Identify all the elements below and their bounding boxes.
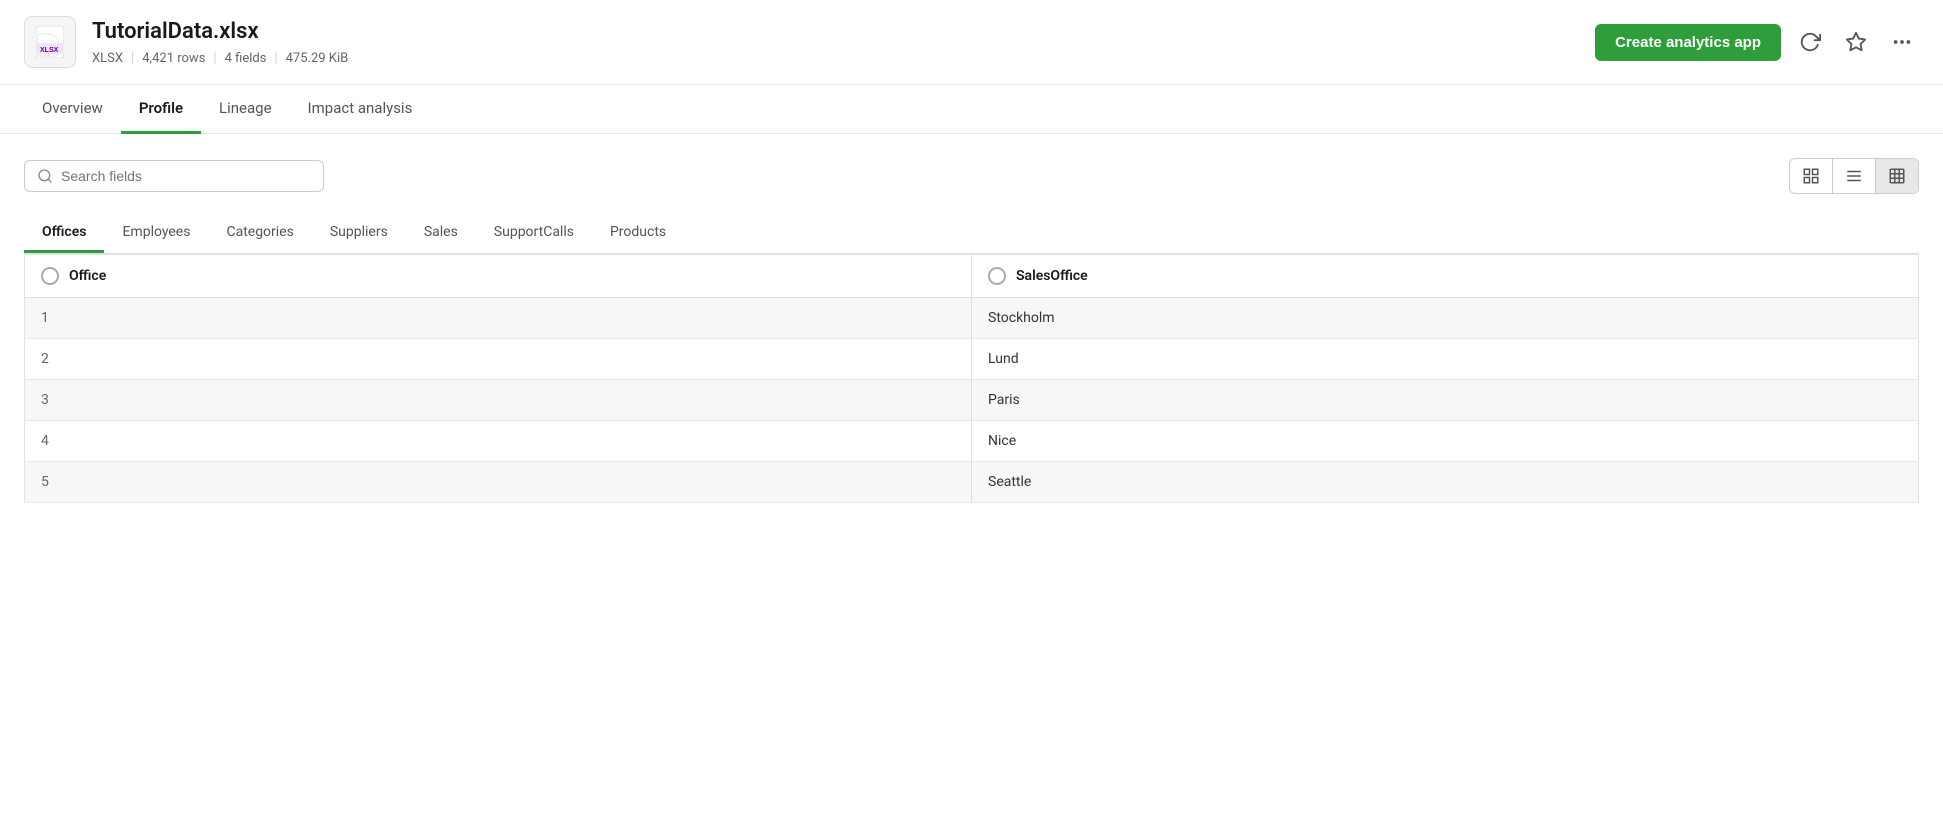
page-header: XLSX XLSX TutorialData.xlsx XLSX | 4,421… [0,0,1943,85]
col-label-salesoffice: SalesOffice [1016,268,1088,284]
tab-overview[interactable]: Overview [24,85,121,134]
table-row: 5 Seattle [25,462,1919,503]
row-num-3: 3 [25,380,972,421]
refresh-icon [1799,31,1821,53]
refresh-button[interactable] [1793,25,1827,59]
sheet-tab-categories[interactable]: Categories [208,214,311,253]
file-rows: 4,421 rows [142,51,205,66]
star-icon [1845,31,1867,53]
col-header-office: Office [25,255,972,298]
view-toggle [1789,158,1919,194]
content-area: Offices Employees Categories Suppliers S… [0,134,1943,527]
row-salesoffice-4: Nice [972,421,1919,462]
list-icon [1845,167,1863,185]
tab-lineage[interactable]: Lineage [201,85,290,134]
more-button[interactable] [1885,25,1919,59]
row-num-2: 2 [25,339,972,380]
meta-sep-1: | [131,51,134,66]
list-view-button[interactable] [1833,159,1876,193]
table-body: 1 Stockholm 2 Lund 3 Paris 4 Nice 5 Seat… [25,298,1919,503]
star-button[interactable] [1839,25,1873,59]
office-checkbox[interactable] [41,267,59,285]
toolbar [24,158,1919,194]
grid-icon [1802,167,1820,185]
create-analytics-button[interactable]: Create analytics app [1595,24,1781,61]
search-icon [37,168,53,184]
file-type: XLSX [92,51,123,66]
table-view-button[interactable] [1876,159,1918,193]
file-size: 475.29 KiB [286,51,349,66]
grid-view-button[interactable] [1790,159,1833,193]
file-meta: XLSX | 4,421 rows | 4 fields | 475.29 Ki… [92,51,1579,66]
data-table: Office SalesOffice 1 Stockholm 2 Lund [24,254,1919,503]
search-box[interactable] [24,160,324,192]
tab-impact[interactable]: Impact analysis [290,85,431,134]
sheet-tab-sales[interactable]: Sales [406,214,476,253]
table-header-row: Office SalesOffice [25,255,1919,298]
row-salesoffice-3: Paris [972,380,1919,421]
sheet-tab-products[interactable]: Products [592,214,684,253]
sheet-tab-employees[interactable]: Employees [104,214,208,253]
row-salesoffice-2: Lund [972,339,1919,380]
sheet-tab-supportcalls[interactable]: SupportCalls [476,214,592,253]
row-num-4: 4 [25,421,972,462]
svg-text:XLSX: XLSX [40,47,59,54]
row-num-5: 5 [25,462,972,503]
table-row: 4 Nice [25,421,1919,462]
meta-sep-2: | [213,51,216,66]
file-title: TutorialData.xlsx [92,18,1579,47]
row-salesoffice-1: Stockholm [972,298,1919,339]
sheet-tab-offices[interactable]: Offices [24,214,104,253]
col-label-office: Office [69,268,106,284]
more-icon [1891,31,1913,53]
search-input[interactable] [61,168,311,184]
header-actions: Create analytics app [1595,24,1919,61]
sheet-tabs: Offices Employees Categories Suppliers S… [24,214,1919,254]
file-fields: 4 fields [225,51,267,66]
col-header-salesoffice: SalesOffice [972,255,1919,298]
main-tabs: Overview Profile Lineage Impact analysis [0,85,1943,134]
sheet-tab-suppliers[interactable]: Suppliers [312,214,406,253]
meta-sep-3: | [274,51,277,66]
file-icon: XLSX XLSX [24,16,76,68]
tab-profile[interactable]: Profile [121,85,201,134]
table-row: 2 Lund [25,339,1919,380]
salesoffice-checkbox[interactable] [988,267,1006,285]
row-salesoffice-5: Seattle [972,462,1919,503]
row-num-1: 1 [25,298,972,339]
table-row: 3 Paris [25,380,1919,421]
table-row: 1 Stockholm [25,298,1919,339]
file-info: TutorialData.xlsx XLSX | 4,421 rows | 4 … [92,18,1579,66]
table-icon [1888,167,1906,185]
